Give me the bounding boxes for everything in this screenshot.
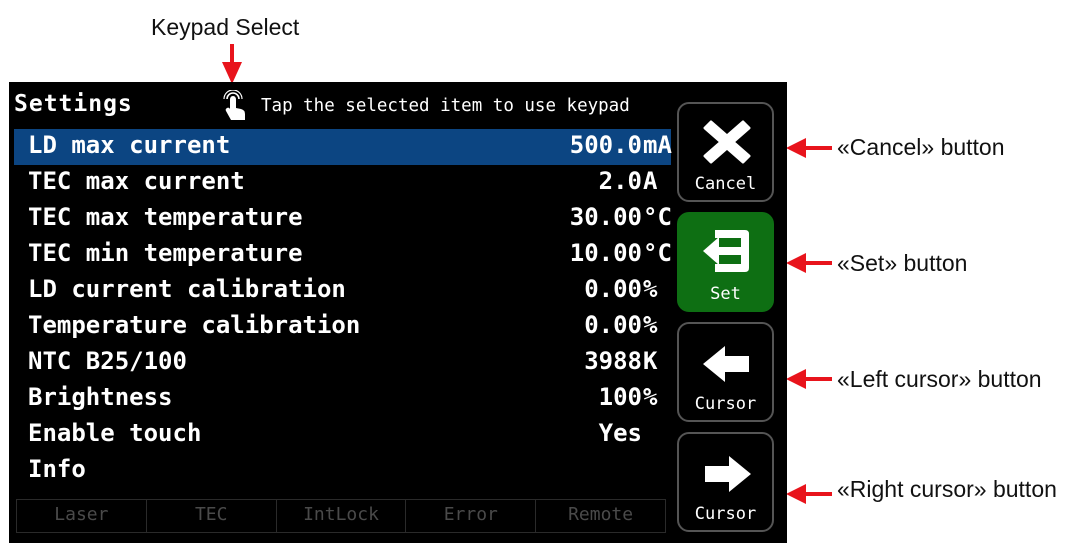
left-cursor-annotation: «Left cursor» button [837, 366, 1042, 392]
settings-row-label: Temperature calibration [28, 311, 361, 339]
arrow-left-icon [703, 346, 749, 382]
settings-row-unit: % [643, 311, 658, 339]
settings-row[interactable]: NTC B25/100 3988 K [14, 345, 671, 381]
status-bar: Laser TEC IntLock Error Remote [16, 499, 666, 533]
cancel-annotation: «Cancel» button [837, 134, 1005, 160]
settings-row-unit: °C [643, 203, 672, 231]
settings-row[interactable]: TEC max current 2.0 A [14, 165, 671, 201]
right-cursor-annotation-arrow [786, 484, 832, 504]
set-annotation-arrow [786, 253, 832, 273]
cancel-annotation-arrow [786, 138, 832, 158]
settings-row[interactable]: Info [14, 453, 671, 489]
left-cursor-button[interactable]: Cursor [677, 322, 774, 422]
set-button-label: Set [710, 284, 741, 304]
settings-row-value: 0.00 [584, 275, 642, 303]
left-cursor-label: Cursor [694, 394, 757, 414]
tap-finger-icon [223, 90, 245, 120]
settings-row-unit: K [643, 347, 658, 375]
settings-row[interactable]: LD max current 500.0 mA [14, 129, 672, 165]
keypad-select-arrow [222, 44, 242, 84]
settings-row-label: LD current calibration [28, 275, 346, 303]
settings-row-unit: °C [643, 239, 672, 267]
enter-icon [703, 230, 749, 272]
right-cursor-annotation: «Right cursor» button [837, 476, 1057, 502]
settings-row-label: TEC min temperature [28, 239, 303, 267]
settings-row-label: NTC B25/100 [28, 347, 187, 375]
page-title: Settings [14, 91, 133, 117]
keypad-select-annotation: Keypad Select [151, 14, 300, 40]
settings-row-label: Enable touch [28, 419, 202, 447]
arrow-right-icon [705, 456, 751, 492]
settings-row[interactable]: TEC max temperature 30.00 °C [14, 201, 672, 237]
close-icon [703, 120, 751, 164]
keypad-hint: Tap the selected item to use keypad [261, 96, 630, 116]
settings-row-value: 3988 [584, 347, 642, 375]
settings-row-unit: % [643, 275, 658, 303]
settings-row-value: 30.00 [569, 203, 642, 231]
settings-row-label: LD max current [28, 131, 231, 159]
settings-row-value: 100 [598, 383, 642, 411]
right-cursor-label: Cursor [694, 504, 757, 524]
settings-row-label: TEC max temperature [28, 203, 303, 231]
settings-row-label: Info [28, 455, 86, 483]
set-button[interactable]: Set [677, 212, 774, 312]
right-cursor-button[interactable]: Cursor [677, 432, 774, 532]
left-cursor-annotation-arrow [786, 369, 832, 389]
settings-row[interactable]: LD current calibration 0.00% [14, 273, 671, 309]
settings-row-value: 0.00 [584, 311, 642, 339]
settings-row[interactable]: TEC min temperature 10.00 °C [14, 237, 672, 273]
status-intlock: IntLock [277, 500, 407, 532]
set-annotation: «Set» button [837, 250, 968, 276]
status-laser: Laser [17, 500, 147, 532]
settings-row-label: TEC max current [28, 167, 245, 195]
settings-row-unit: % [643, 383, 658, 411]
status-error: Error [406, 500, 537, 532]
settings-list: LD max current 500.0 mA TEC max current 2.0 A… [14, 129, 672, 489]
settings-row-unit: A [643, 167, 658, 195]
settings-row-value: Yes [598, 419, 642, 447]
settings-row[interactable]: Brightness 100% [14, 381, 671, 417]
status-remote: Remote [568, 504, 634, 525]
settings-row-value: 10.00 [569, 239, 642, 267]
settings-row-label: Brightness [28, 383, 173, 411]
status-tec: TEC [147, 500, 277, 532]
settings-row-unit: mA [643, 131, 672, 159]
cancel-button[interactable]: Cancel [677, 102, 774, 202]
settings-row-value: 500.0 [569, 131, 642, 159]
device-screen: Settings Tap the selected item to use ke… [9, 82, 787, 543]
settings-row-value: 2.0 [598, 167, 642, 195]
settings-row[interactable]: Enable touch Yes [14, 417, 671, 453]
cancel-button-label: Cancel [694, 174, 757, 194]
settings-row[interactable]: Temperature calibration 0.00% [14, 309, 671, 345]
